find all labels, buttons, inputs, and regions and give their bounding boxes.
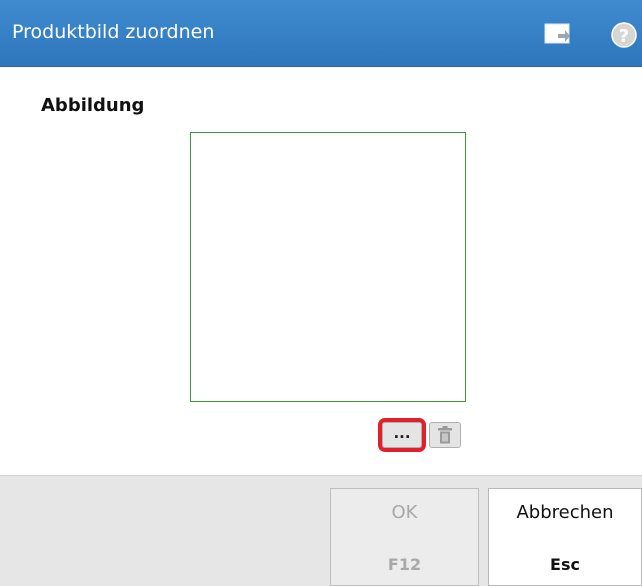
cancel-button-label: Abbrechen	[516, 502, 614, 523]
ok-button-shortcut: F12	[387, 555, 422, 574]
section-label-abbildung: Abbildung	[41, 95, 145, 116]
cancel-button-shortcut: Esc	[550, 555, 580, 574]
browse-button-label: ...	[393, 424, 411, 442]
trash-icon	[437, 425, 453, 449]
ok-button-label: OK	[391, 502, 418, 523]
product-image-frame[interactable]	[190, 132, 466, 402]
dialog-footer: OK F12 Abbrechen Esc	[0, 475, 642, 586]
title-bar: Produktbild zuordnen ?	[0, 0, 642, 67]
delete-image-button[interactable]	[429, 422, 461, 448]
window-title: Produktbild zuordnen	[12, 21, 215, 43]
browse-image-button[interactable]: ...	[378, 418, 426, 452]
ok-button[interactable]: OK F12	[330, 488, 479, 586]
help-icon[interactable]: ?	[609, 22, 639, 48]
help-glyph: ?	[619, 26, 629, 47]
window-detach-icon[interactable]	[544, 22, 572, 46]
cancel-button[interactable]: Abbrechen Esc	[488, 488, 642, 586]
dialog-content: Abbildung ...	[0, 67, 642, 475]
